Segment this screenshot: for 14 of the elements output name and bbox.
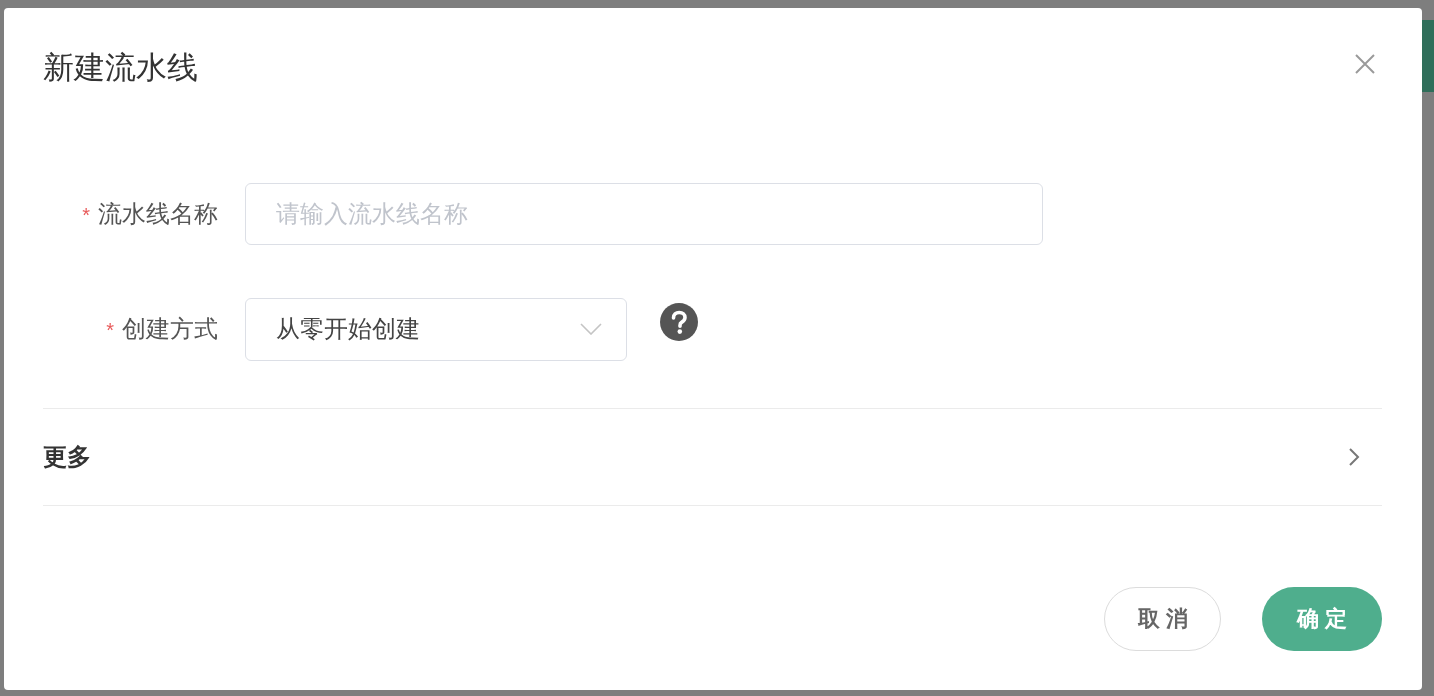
dialog-title: 新建流水线 [43, 49, 198, 87]
more-section-toggle[interactable]: 更多 [43, 408, 1382, 506]
cancel-button[interactable]: 取消 [1104, 587, 1221, 651]
creation-method-dropdown[interactable]: 从零开始创建 [245, 297, 627, 361]
required-asterisk: * [106, 320, 114, 340]
required-asterisk: * [82, 205, 90, 225]
field-label: 流水线名称 [98, 199, 218, 229]
caret-down-icon [580, 323, 602, 335]
help-icon[interactable] [660, 303, 698, 341]
close-button[interactable] [1355, 54, 1375, 74]
field-label: 创建方式 [122, 314, 218, 344]
close-icon [1355, 54, 1375, 74]
pipeline-name-field[interactable]: 请输入流水线名称 [245, 183, 1043, 245]
background-button-edge [1422, 20, 1434, 92]
